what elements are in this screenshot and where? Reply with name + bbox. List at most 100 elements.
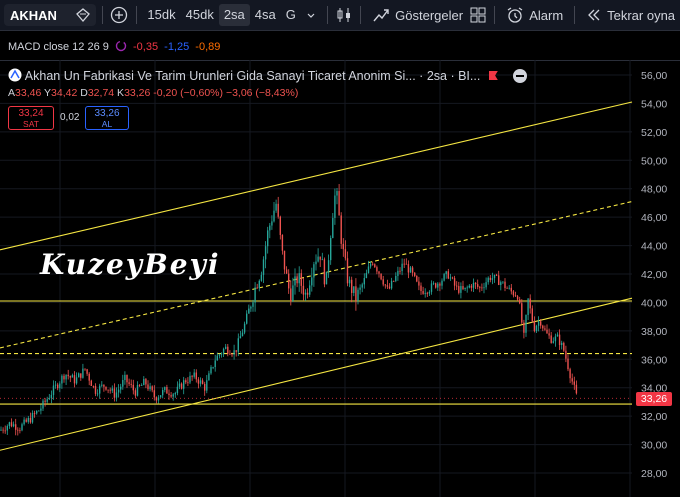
candle-body — [468, 285, 470, 288]
candle-body — [222, 348, 225, 354]
indicators-button[interactable]: Göstergeler — [367, 6, 468, 24]
candle-body — [363, 278, 365, 285]
candle-body — [561, 342, 563, 345]
candle-body — [250, 306, 252, 309]
layouts-button[interactable] — [468, 4, 488, 26]
candle-body — [535, 325, 538, 332]
instrument-title: Akhan Un Fabrikasi Ve Tarim Urunleri Gid… — [24, 69, 481, 83]
candle-body — [233, 350, 235, 355]
collapse-icon[interactable] — [513, 69, 528, 83]
candle-body — [42, 400, 44, 409]
candle-body — [376, 267, 378, 272]
candle-body — [136, 385, 139, 396]
open-value: 33,46 — [15, 87, 42, 99]
candle-body — [151, 386, 153, 391]
candle-body — [529, 298, 531, 309]
candle-body — [317, 256, 319, 262]
interval-G[interactable]: G — [281, 4, 301, 26]
candle-body — [546, 329, 548, 334]
price-axis-tick: 48,00 — [641, 184, 667, 196]
price-axis-tick: 28,00 — [641, 468, 667, 480]
candle-body — [456, 285, 458, 287]
interval-2sa[interactable]: 2sa — [218, 4, 250, 26]
candle-body — [357, 289, 359, 301]
candle-body — [508, 287, 510, 289]
candle-body — [256, 287, 258, 289]
candle-body — [164, 387, 166, 390]
candle-body — [500, 282, 502, 285]
candle-body — [246, 313, 248, 324]
price-axis-tick: 54,00 — [641, 98, 667, 110]
cycle-icon[interactable] — [115, 40, 127, 52]
interval-15dk[interactable]: 15dk — [142, 4, 180, 26]
candle-body — [176, 386, 179, 394]
symbol-name: AKHAN — [10, 7, 57, 23]
flag-icon[interactable] — [488, 71, 498, 80]
candle-body — [525, 314, 527, 333]
candle-body — [126, 374, 128, 383]
candle-body — [61, 375, 63, 384]
candle-body — [548, 333, 550, 336]
candle-body — [149, 386, 151, 390]
open-label: A — [8, 87, 16, 99]
replay-button[interactable]: Tekrar oyna — [581, 7, 680, 23]
chart-type-button[interactable] — [334, 4, 354, 26]
candle-body — [111, 388, 113, 391]
candle-body — [269, 225, 271, 231]
candle-body — [33, 413, 36, 414]
compare-button[interactable] — [109, 4, 129, 26]
candle-body — [166, 387, 168, 394]
candle-body — [556, 334, 559, 337]
interval-4sa[interactable]: 4sa — [250, 4, 281, 26]
candle-body — [464, 287, 466, 290]
candle-body — [57, 384, 59, 389]
candle-body — [369, 263, 372, 267]
spread-value: 0,02 — [60, 112, 80, 123]
interval-dropdown[interactable] — [301, 4, 321, 26]
candle-body — [512, 291, 515, 296]
candle-body — [302, 285, 305, 295]
candle-body — [567, 358, 569, 370]
candle-body — [292, 285, 294, 302]
candle-body — [355, 286, 357, 301]
candle-body — [174, 393, 176, 395]
macd-label: MACD close 12 26 9 — [8, 41, 109, 53]
candle-body — [197, 379, 200, 384]
candle-body — [69, 376, 71, 378]
candle-body — [40, 408, 42, 411]
candle-body — [101, 384, 103, 386]
price-axis-tick: 52,00 — [641, 127, 667, 139]
current-price-tag: 33,26 — [636, 392, 672, 406]
candle-body — [105, 386, 107, 390]
price-axis: 56,00 54,00 52,00 50,00 48,00 46,00 44,00 42,00… — [641, 70, 667, 480]
candle-body — [84, 368, 86, 370]
alarm-clock-icon — [507, 7, 523, 23]
diamond-icon[interactable] — [76, 8, 91, 22]
candle-body — [107, 389, 109, 391]
candle-body — [17, 429, 19, 431]
buy-button[interactable]: 33,26 AL — [85, 106, 129, 130]
interval-45dk[interactable]: 45dk — [181, 4, 219, 26]
candle-body — [569, 369, 571, 379]
symbol-search[interactable]: AKHAN — [4, 4, 97, 26]
candle-body — [243, 323, 246, 333]
candle-body — [122, 380, 124, 387]
channel-lower-line — [0, 297, 633, 451]
candle-body — [437, 283, 439, 288]
candle-body — [432, 283, 435, 285]
candle-body — [19, 430, 21, 431]
candle-body — [449, 277, 452, 279]
sell-button[interactable]: 33,24 SAT — [8, 106, 54, 130]
candle-body — [0, 429, 2, 431]
alarm-button[interactable]: Alarm — [501, 6, 568, 24]
candle-body — [180, 383, 183, 389]
candle-body — [214, 360, 216, 368]
candle-body — [285, 269, 288, 274]
candle-body — [420, 285, 422, 292]
high-value: 34,42 — [51, 87, 78, 99]
price-axis-tick: 30,00 — [641, 440, 667, 452]
candle-body — [309, 285, 311, 295]
candle-body — [248, 308, 250, 314]
candle-body — [313, 264, 315, 278]
toolbar-divider — [494, 6, 496, 24]
